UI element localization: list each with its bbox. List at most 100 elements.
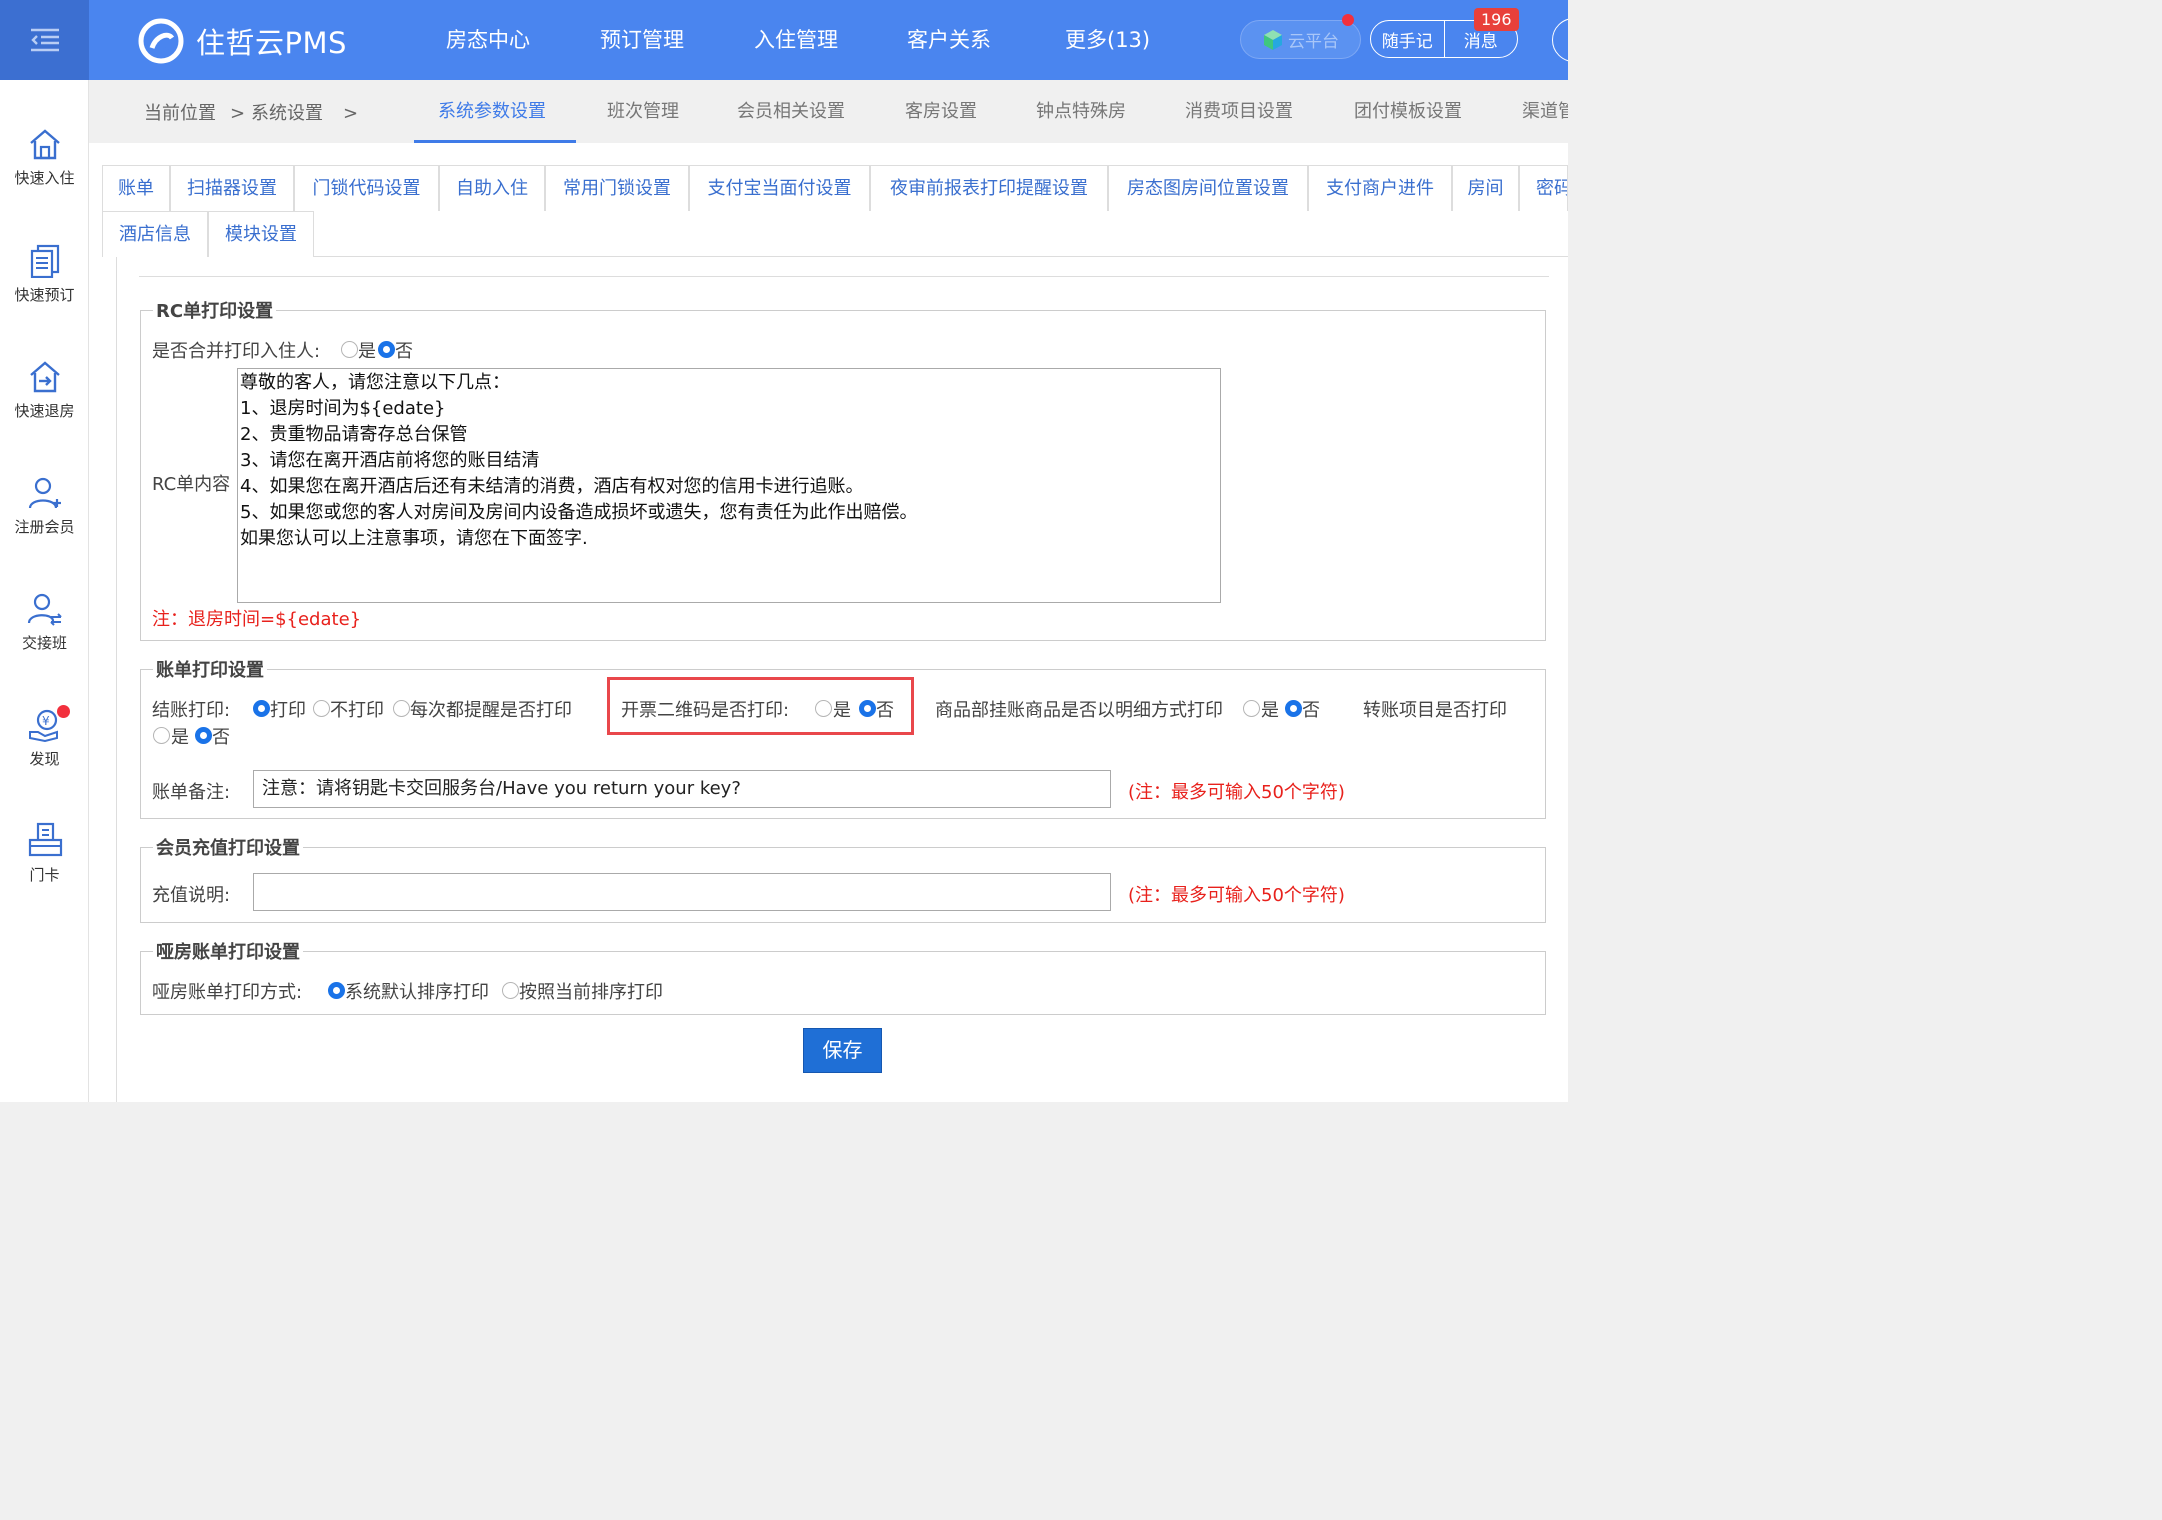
sidebar-label: 发现 — [29, 750, 60, 768]
checkout-noprint-radio[interactable] — [313, 700, 330, 717]
divider — [139, 276, 1549, 277]
checkout-icon — [29, 361, 60, 393]
subtab-night-audit-reminder[interactable]: 夜审前报表打印提醒设置 — [870, 165, 1108, 211]
bill-legend: 账单打印设置 — [153, 656, 267, 682]
rc-legend: RC单打印设置 — [153, 297, 277, 323]
transfer-no-radio[interactable] — [195, 727, 212, 744]
transfer-print-label: 转账项目是否打印 — [1363, 700, 1507, 721]
sidebar-label: 注册会员 — [14, 518, 75, 536]
rc-merge-yes-radio[interactable] — [341, 341, 358, 358]
top-bar: 住哲云PMS 房态中心 预订管理 入住管理 客户关系 更多(13) 云平台 随手… — [0, 0, 1568, 80]
goods-detail-yes-label[interactable]: 是 — [1261, 696, 1279, 722]
notification-dot — [1342, 14, 1354, 26]
tab-consumption-items[interactable]: 消费项目设置 — [1185, 80, 1293, 143]
bill-remark-label: 账单备注: — [152, 782, 231, 803]
cube-icon — [1264, 29, 1282, 50]
invoice-qr-yes-radio[interactable] — [815, 700, 832, 717]
rc-content-textarea[interactable]: 尊敬的客人，请您注意以下几点： 1、退房时间为${edate} 2、贵重物品请寄… — [237, 368, 1221, 603]
checkout-print-radio[interactable] — [253, 700, 270, 717]
rc-merge-yes-label[interactable]: 是 — [358, 337, 376, 363]
invoice-qr-no-label[interactable]: 否 — [876, 696, 894, 722]
mute-room-mode-label: 哑房账单打印方式: — [152, 982, 303, 1003]
checkout-print-label: 结账打印: — [152, 700, 231, 721]
sidebar-label: 门卡 — [29, 866, 60, 884]
nav-more[interactable]: 更多(13) — [1065, 0, 1150, 80]
sidebar-label: 交接班 — [21, 634, 67, 652]
sidebar-item-shift-handover[interactable]: 交接班 — [0, 592, 89, 653]
tab-member-settings[interactable]: 会员相关设置 — [737, 80, 845, 143]
checkout-prompt-option[interactable]: 每次都提醒是否打印 — [410, 696, 572, 722]
sidebar-item-discover[interactable]: ¥ 发现 — [0, 708, 89, 769]
goods-detail-no-radio[interactable] — [1285, 700, 1302, 717]
goods-detail-no-label[interactable]: 否 — [1302, 696, 1320, 722]
notes-button[interactable]: 随手记 — [1371, 21, 1444, 57]
rc-content-label: RC单内容 — [152, 474, 231, 495]
save-button[interactable]: 保存 — [803, 1028, 882, 1073]
tab-room-settings[interactable]: 客房设置 — [905, 80, 977, 143]
mute-default-order-radio[interactable] — [328, 982, 345, 999]
subtab-room-map-position[interactable]: 房态图房间位置设置 — [1108, 165, 1308, 211]
breadcrumb-separator: > — [343, 103, 359, 124]
rc-merge-no-label[interactable]: 否 — [395, 337, 413, 363]
recharge-desc-label: 充值说明: — [152, 885, 231, 906]
sidebar-item-quick-booking[interactable]: 快速预订 — [0, 244, 89, 305]
subtab-hotel-info[interactable]: 酒店信息 — [102, 211, 208, 257]
nav-room-status[interactable]: 房态中心 — [446, 0, 530, 80]
left-sidebar: 快速入住 快速预订 快速退房 注册会员 交接班 ¥ 发现 门卡 — [0, 80, 89, 1102]
sidebar-label: 快速退房 — [14, 402, 75, 420]
recharge-legend: 会员充值打印设置 — [153, 834, 303, 860]
nav-checkin[interactable]: 入住管理 — [754, 0, 838, 80]
subtab-scanner[interactable]: 扫描器设置 — [170, 165, 294, 211]
goods-detail-label: 商品部挂账商品是否以明细方式打印 — [935, 700, 1223, 721]
mute-current-order-label[interactable]: 按照当前排序打印 — [519, 978, 663, 1004]
sidebar-label: 快速预订 — [14, 286, 75, 304]
tab-group-templates[interactable]: 团付模板设置 — [1354, 80, 1462, 143]
tab-hourly-rooms[interactable]: 钟点特殊房 — [1036, 80, 1126, 143]
sidebar-label: 快速入住 — [14, 169, 75, 187]
breadcrumb-section[interactable]: 系统设置 — [251, 80, 323, 143]
nav-customers[interactable]: 客户关系 — [907, 0, 991, 80]
transfer-yes-label[interactable]: 是 — [171, 723, 189, 749]
checkout-print-option[interactable]: 打印 — [270, 696, 306, 722]
document-icon — [30, 244, 59, 278]
logo[interactable]: 住哲云PMS — [138, 18, 347, 64]
bill-remark-limit-note: (注：最多可输入50个字符) — [1128, 782, 1345, 803]
tab-channel-management[interactable]: 渠道管 — [1522, 80, 1568, 143]
breadcrumb-bar: 当前位置 > 系统设置 > 系统参数设置 班次管理 会员相关设置 客房设置 钟点… — [89, 80, 1568, 143]
recharge-desc-input[interactable] — [253, 873, 1111, 911]
menu-toggle-button[interactable] — [0, 0, 89, 80]
goods-detail-yes-radio[interactable] — [1243, 700, 1260, 717]
sidebar-item-quick-checkout[interactable]: 快速退房 — [0, 360, 89, 421]
invoice-qr-yes-label[interactable]: 是 — [833, 696, 851, 722]
menu-collapse-icon — [30, 28, 59, 52]
sidebar-item-quick-checkin[interactable]: 快速入住 — [0, 127, 89, 188]
shift-handover-icon — [27, 593, 62, 626]
subtab-room[interactable]: 房间 — [1452, 165, 1519, 211]
sidebar-item-register-member[interactable]: 注册会员 — [0, 476, 89, 537]
subtab-lock-code[interactable]: 门锁代码设置 — [294, 165, 439, 211]
door-card-icon — [28, 822, 62, 857]
transfer-no-label[interactable]: 否 — [212, 723, 230, 749]
subtab-bill[interactable]: 账单 — [102, 165, 170, 211]
mute-default-order-label[interactable]: 系统默认排序打印 — [345, 978, 489, 1004]
sidebar-item-door-card[interactable]: 门卡 — [0, 822, 89, 885]
subtab-password[interactable]: 密码 — [1519, 165, 1568, 211]
mute-current-order-radio[interactable] — [502, 982, 519, 999]
subtab-self-checkin[interactable]: 自助入住 — [439, 165, 545, 211]
cloud-platform-button[interactable]: 云平台 — [1240, 20, 1361, 59]
invoice-qr-no-radio[interactable] — [859, 700, 876, 717]
tab-shift-management[interactable]: 班次管理 — [607, 80, 679, 143]
subtab-merchant-onboarding[interactable]: 支付商户进件 — [1308, 165, 1452, 211]
checkout-prompt-radio[interactable] — [393, 700, 410, 717]
bill-remark-input[interactable]: 注意：请将钥匙卡交回服务台/Have you return your key? — [253, 770, 1111, 808]
nav-reservations[interactable]: 预订管理 — [600, 0, 684, 80]
checkout-noprint-option[interactable]: 不打印 — [330, 696, 384, 722]
subtab-common-locks[interactable]: 常用门锁设置 — [545, 165, 689, 211]
invoice-qr-label: 开票二维码是否打印: — [621, 700, 790, 721]
tab-system-params[interactable]: 系统参数设置 — [438, 80, 546, 143]
subtab-alipay-f2f[interactable]: 支付宝当面付设置 — [689, 165, 870, 211]
transfer-yes-radio[interactable] — [153, 727, 170, 744]
user-avatar-button[interactable] — [1552, 18, 1568, 62]
rc-merge-no-radio[interactable] — [378, 341, 395, 358]
subtab-module-settings[interactable]: 模块设置 — [208, 211, 314, 257]
